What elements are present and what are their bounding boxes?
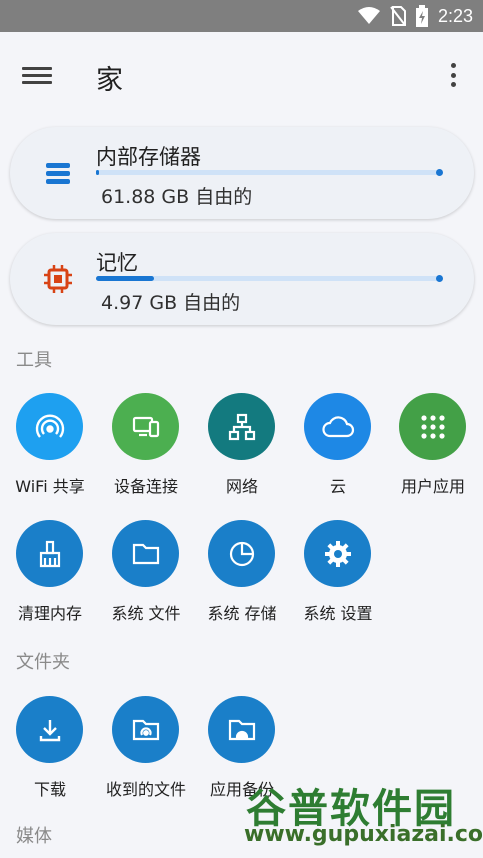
received-files-icon	[112, 696, 179, 763]
storage-title: 内部存储器	[96, 145, 201, 169]
status-bar: 2:23	[0, 0, 483, 32]
tool-wifi-share[interactable]: WiFi 共享	[2, 393, 98, 513]
media-section-header: 媒体	[16, 826, 52, 847]
app-backup-icon	[208, 696, 275, 763]
tool-network[interactable]: 网络	[194, 393, 290, 513]
watermark: 谷普软件园 www.gupuxiazai.com	[236, 772, 483, 858]
download-icon	[16, 696, 83, 763]
tool-system-storage[interactable]: 系统 存储	[194, 520, 290, 640]
folder-icon	[112, 520, 179, 587]
memory-progress-bar	[96, 275, 443, 282]
watermark-url: www.gupuxiazai.com	[244, 822, 483, 847]
tool-label: 系统 设置	[303, 604, 373, 623]
battery-charging-icon	[415, 5, 428, 27]
memory-chip-icon	[44, 265, 72, 293]
tool-device-connect[interactable]: 设备连接	[98, 393, 194, 513]
broom-icon	[16, 520, 83, 587]
wifi-icon	[357, 7, 380, 25]
memory-title: 记忆	[96, 251, 138, 275]
folder-download[interactable]: 下载	[2, 696, 98, 816]
wifi-share-icon	[16, 393, 83, 460]
apps-grid-icon	[399, 393, 466, 460]
storage-progress-bar	[96, 169, 443, 176]
tool-user-apps[interactable]: 用户应用	[385, 393, 481, 513]
folder-received-files[interactable]: 收到的文件	[98, 696, 194, 816]
tool-clean-memory[interactable]: 清理内存	[2, 520, 98, 640]
pie-chart-icon	[208, 520, 275, 587]
settings-gear-icon	[304, 520, 371, 587]
memory-free-text: 4.97 GB 自由的	[101, 292, 241, 314]
storage-free-text: 61.88 GB 自由的	[101, 186, 253, 208]
no-sim-icon	[390, 6, 406, 26]
app-bar: 家	[0, 32, 483, 120]
device-connect-icon	[112, 393, 179, 460]
folders-section-header: 文件夹	[16, 652, 70, 673]
internal-storage-card[interactable]: 内部存储器 61.88 GB 自由的	[10, 127, 474, 219]
tool-label: 用户应用	[400, 477, 465, 496]
storage-stack-icon	[46, 163, 70, 184]
status-time: 2:23	[437, 5, 473, 26]
tool-cloud[interactable]: 云	[290, 393, 386, 513]
network-icon	[208, 393, 275, 460]
tools-section-header: 工具	[16, 350, 52, 371]
tool-system-settings[interactable]: 系统 设置	[290, 520, 386, 640]
memory-card[interactable]: 记忆 4.97 GB 自由的	[10, 233, 474, 325]
tool-system-files[interactable]: 系统 文件	[98, 520, 194, 640]
more-vert-icon[interactable]	[444, 60, 462, 90]
hamburger-menu-icon[interactable]	[22, 64, 52, 88]
cloud-icon	[304, 393, 371, 460]
page-title: 家	[96, 65, 123, 96]
